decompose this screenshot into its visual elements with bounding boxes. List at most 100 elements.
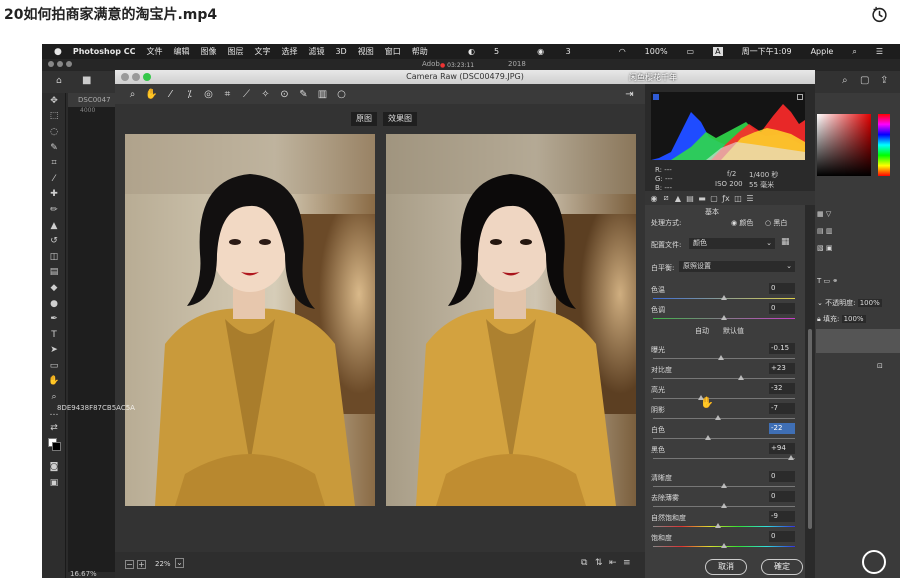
screen-mode-icon[interactable]: ▣ [42, 475, 66, 491]
menu-item[interactable]: 窗口 [385, 46, 401, 57]
graduated-filter-icon[interactable]: ▥ [313, 89, 332, 100]
treatment-bw-radio[interactable]: ○ 黑白 [765, 218, 787, 228]
menu-item[interactable]: 图像 [200, 46, 216, 57]
view-mode-icon[interactable]: ⧉ [581, 558, 587, 568]
menu-item[interactable]: 选择 [281, 46, 297, 57]
wifi-icon[interactable]: ◠ [619, 47, 626, 56]
slider-track[interactable] [653, 398, 795, 399]
search-icon[interactable]: ⌕ [842, 75, 848, 86]
layers-icon[interactable]: ▤ [817, 227, 824, 235]
panel-scrollbar[interactable] [808, 329, 812, 529]
eraser-tool-icon[interactable]: ◫ [42, 249, 66, 265]
wb-select[interactable]: 原照设置 ⌄ [679, 261, 795, 272]
slider-value[interactable]: 0 [769, 531, 795, 542]
slider-thumb[interactable] [721, 543, 727, 548]
slider-value[interactable]: +23 [769, 363, 795, 374]
menu-item[interactable]: 视图 [358, 46, 374, 57]
share-icon[interactable]: ⇪ [880, 75, 888, 86]
basic-tab-icon[interactable]: ◉ [648, 194, 660, 203]
photo-before[interactable] [125, 134, 375, 506]
mask-icon[interactable]: ▥ [826, 227, 833, 235]
swap-icon[interactable]: ⇅ [595, 558, 603, 568]
quick-mask-icon[interactable]: ◙ [42, 460, 66, 476]
slider-thumb[interactable] [718, 355, 725, 360]
video-frame[interactable]: ● Photoshop CC 文件 编辑 图像 图层 文字 选择 滤镜 3D 视… [42, 44, 900, 578]
slider-value[interactable]: -9 [769, 511, 795, 522]
auto-link[interactable]: 自动 [695, 326, 709, 336]
slider-value[interactable]: -0.15 [769, 343, 795, 354]
lock-icon[interactable]: ⊡ [877, 362, 883, 374]
search-icon[interactable]: ⌕ [852, 47, 856, 57]
menu-item[interactable]: 3D [335, 47, 346, 56]
close-dot-icon[interactable] [48, 61, 54, 67]
lens-tab-icon[interactable]: ▢ [708, 194, 720, 203]
color-sampler-icon[interactable]: ⁒ [180, 89, 199, 100]
slider-value[interactable]: 0 [769, 471, 795, 482]
marquee-tool-icon[interactable]: ⬚ [42, 109, 66, 125]
text-icon[interactable]: T [817, 277, 821, 285]
split-tone-tab-icon[interactable]: ▬ [696, 194, 708, 203]
color-picker-field[interactable] [817, 114, 871, 176]
slider-value[interactable]: -7 [769, 403, 795, 414]
tool-preset-icon[interactable]: ■ [82, 75, 91, 86]
white-balance-icon[interactable]: ⁄ [161, 89, 180, 100]
path-select-icon[interactable]: ➤ [42, 343, 66, 359]
status-badge-2[interactable]: ◉ 3 [529, 47, 582, 56]
input-method[interactable]: A [713, 47, 723, 56]
app-name[interactable]: Photoshop CC [73, 47, 136, 56]
red-eye-icon[interactable]: ⊙ [275, 89, 294, 100]
tab-original[interactable]: 原图 [351, 112, 377, 126]
copy-settings-icon[interactable]: ⇤ [609, 558, 617, 568]
photo-after[interactable] [386, 134, 636, 506]
hand-tool-icon[interactable]: ✋ [42, 374, 66, 390]
minimize-dot-icon[interactable] [132, 73, 140, 81]
slider-thumb[interactable] [721, 503, 727, 508]
box-icon[interactable]: ▣ [826, 244, 833, 252]
profile-browser-icon[interactable]: ▦ [781, 237, 790, 247]
move-tool-icon[interactable]: ✥ [42, 93, 66, 109]
opacity-value[interactable]: 100% [857, 299, 882, 307]
link-icon[interactable]: ⚭ [832, 277, 838, 285]
slider-thumb[interactable] [721, 295, 727, 300]
target-adjust-icon[interactable]: ◎ [199, 89, 218, 100]
tone-curve-tab-icon[interactable]: ⧄ [660, 193, 672, 203]
clock[interactable]: 周一下午1:09 [742, 46, 792, 57]
zoom-dot-icon[interactable] [66, 61, 72, 67]
apple-icon[interactable]: ● [54, 47, 62, 57]
table-icon[interactable]: ▧ [817, 244, 824, 252]
layer-row[interactable] [816, 329, 900, 353]
ok-button[interactable]: 確定 [761, 559, 803, 575]
preview-area[interactable]: 原图 效果图 8DE9438F87CB5AC5A [57, 104, 645, 552]
straighten-icon[interactable]: ⟋ [237, 89, 256, 100]
slider-track[interactable] [653, 458, 795, 459]
slider-thumb[interactable] [715, 415, 722, 420]
quick-select-icon[interactable]: ✎ [42, 140, 66, 156]
zoom-out-icon[interactable]: − [125, 560, 134, 569]
zoom-dot-icon[interactable] [143, 73, 151, 81]
minimize-dot-icon[interactable] [57, 61, 63, 67]
menu-list-icon[interactable]: ☰ [876, 47, 883, 56]
slider-track[interactable] [653, 438, 795, 439]
shape-icon[interactable]: ▭ [824, 277, 831, 285]
slider-value[interactable]: 0 [769, 303, 795, 314]
dodge-tool-icon[interactable]: ● [42, 296, 66, 312]
zoom-level[interactable]: 22% [155, 560, 171, 568]
blur-tool-icon[interactable]: ◆ [42, 280, 66, 296]
adjust-brush-icon[interactable]: ✎ [294, 89, 313, 100]
crop-tool-icon[interactable]: ⌗ [42, 155, 66, 171]
document-tab[interactable]: DSC0047 [68, 93, 116, 107]
stamp-tool-icon[interactable]: ▲ [42, 218, 66, 234]
detail-tab-icon[interactable]: ▲ [672, 194, 684, 203]
gradient-tool-icon[interactable]: ▤ [42, 265, 66, 281]
healing-brush-icon[interactable]: ✚ [42, 187, 66, 203]
menu-item[interactable]: 编辑 [173, 46, 189, 57]
shadow-clip-icon[interactable] [653, 94, 659, 100]
lock-icon[interactable]: 🔒︎ [817, 315, 821, 323]
menu-item[interactable]: 文件 [146, 46, 162, 57]
menu-item[interactable]: 文字 [254, 46, 270, 57]
document-canvas[interactable]: 4000 [68, 107, 116, 572]
toggle-settings-icon[interactable]: ≡ [623, 558, 631, 568]
lasso-tool-icon[interactable]: ◌ [42, 124, 66, 140]
shape-tool-icon[interactable]: ▭ [42, 358, 66, 374]
slider-track[interactable] [653, 418, 795, 419]
